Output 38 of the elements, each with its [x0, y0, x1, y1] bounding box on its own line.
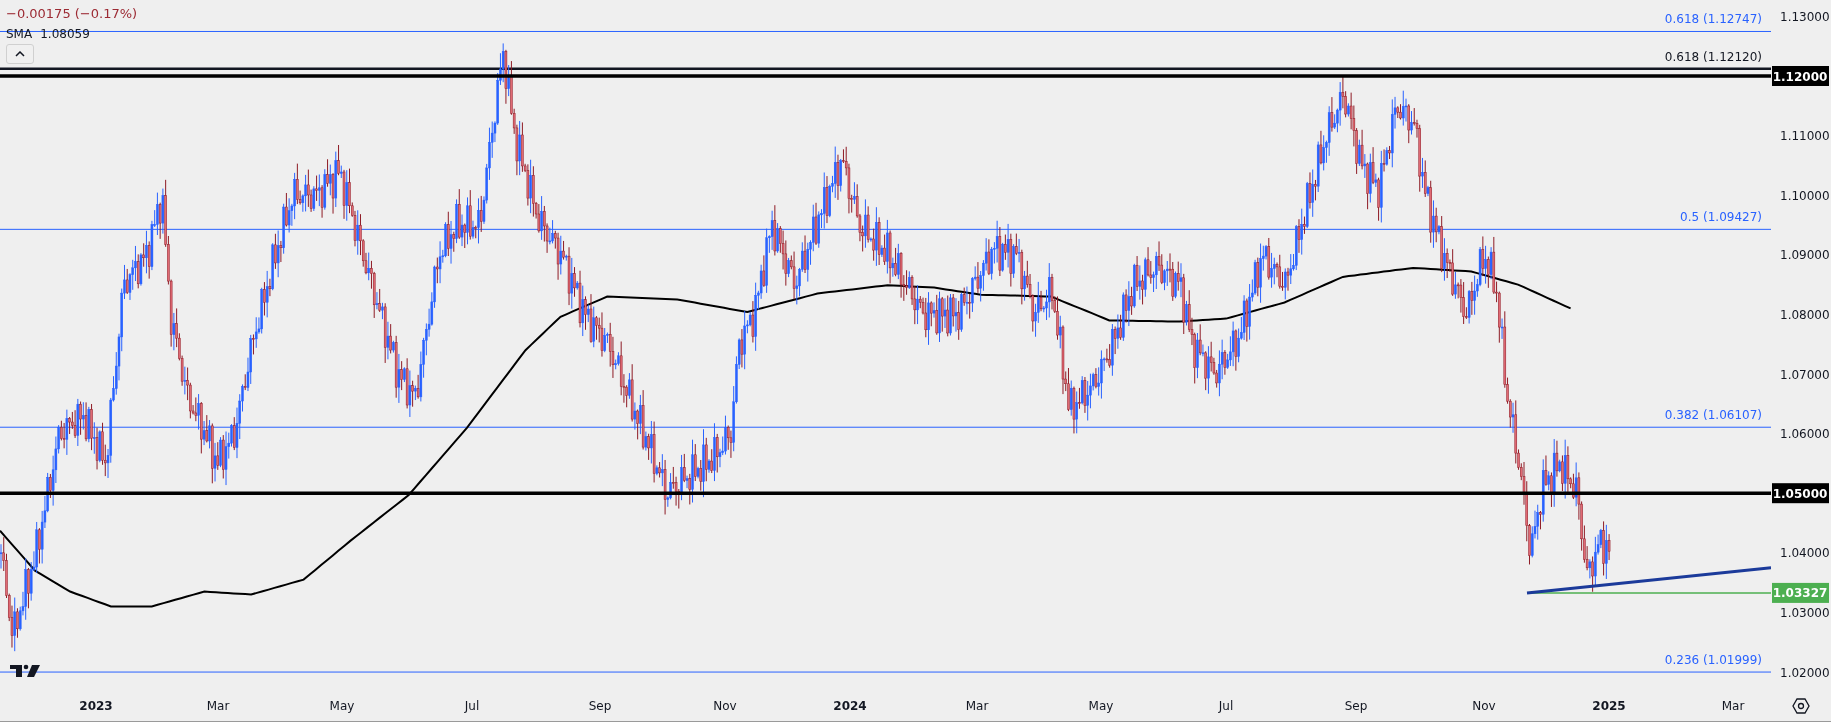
time-tick-label: Nov — [1472, 699, 1496, 713]
time-tick-label: Nov — [713, 699, 737, 713]
collapse-button[interactable] — [6, 44, 34, 64]
price-tick-label: 1.03000 — [1780, 605, 1830, 620]
price-tick-label: 1.09000 — [1780, 248, 1830, 263]
time-tick-label: Mar — [1721, 699, 1745, 713]
price-tick-label: 1.08000 — [1780, 307, 1830, 322]
fib-level-label: 0.618 (1.12747) — [1664, 12, 1762, 27]
logo-icon — [10, 664, 40, 677]
time-tick-label: Sep — [1344, 699, 1368, 713]
time-tick-label: 2025 — [1592, 699, 1626, 713]
price-tick-label: 1.06000 — [1780, 427, 1830, 442]
fib-level-label: 0.618 (1.12120) — [1664, 49, 1762, 64]
fib-level-label: 0.382 (1.06107) — [1664, 408, 1762, 423]
time-tick-label: 2024 — [833, 699, 867, 713]
price-tick-label: 1.02000 — [1780, 665, 1830, 680]
price-tick-label: 1.10000 — [1780, 188, 1830, 203]
time-tick-label: Jul — [1218, 699, 1234, 713]
price-badge: 1.12000 — [1772, 66, 1829, 86]
time-tick-label: Mar — [206, 699, 230, 713]
fib-level-label: 0.5 (1.09427) — [1680, 210, 1762, 225]
time-tick-label: Mar — [965, 699, 989, 713]
time-tick-label: Sep — [588, 699, 612, 713]
price-badge: 1.03327 — [1772, 582, 1829, 603]
settings-icon — [1792, 696, 1810, 715]
fib-level-label: 0.236 (1.01999) — [1664, 653, 1762, 668]
time-tick-label: 2023 — [79, 699, 113, 713]
price-tick-label: 1.04000 — [1780, 546, 1830, 561]
settings-button[interactable] — [1792, 696, 1810, 715]
price-tick-label: 1.11000 — [1780, 129, 1830, 144]
caret-icon — [15, 51, 25, 57]
time-tick-label: Jul — [464, 699, 480, 713]
price-tick-label: 1.07000 — [1780, 367, 1830, 382]
time-tick-label: May — [329, 699, 355, 713]
price-tick-label: 1.13000 — [1780, 9, 1830, 24]
time-tick-label: May — [1088, 699, 1114, 713]
price-badge: 1.05000 — [1772, 483, 1829, 504]
price-change-text: −0.00175 (−0.17%) — [6, 6, 138, 21]
